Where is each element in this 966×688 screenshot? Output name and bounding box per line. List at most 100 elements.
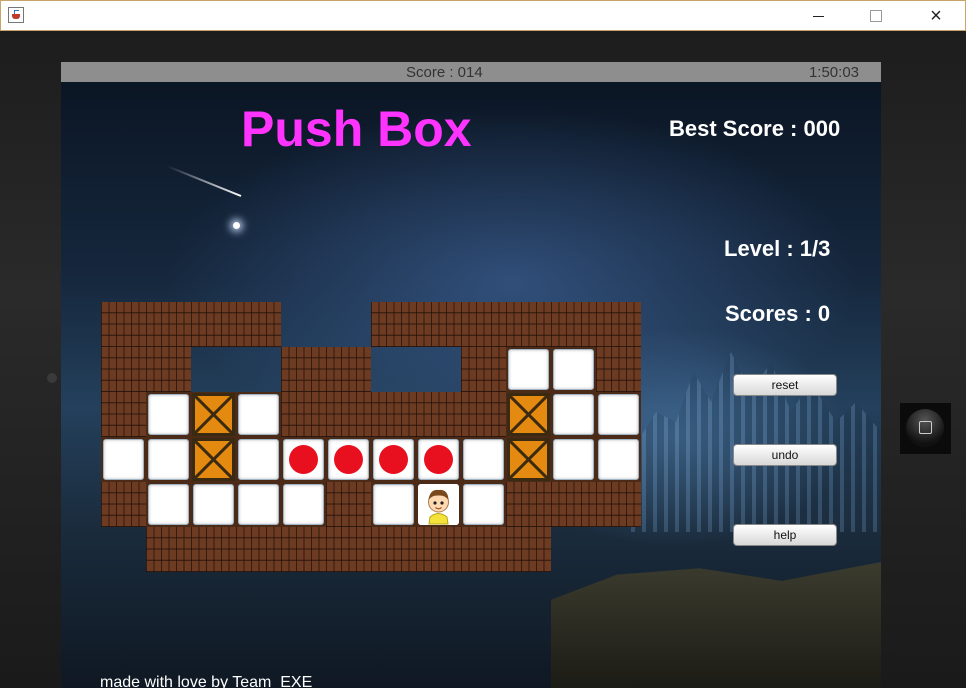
floor-cell <box>551 392 596 437</box>
home-button[interactable] <box>900 403 951 454</box>
wall-tile <box>326 482 371 527</box>
meteor-trail-icon <box>166 165 242 197</box>
status-bar: Score : 014 1:50:03 <box>61 62 881 82</box>
undo-button[interactable]: undo <box>733 444 837 466</box>
java-cup-icon <box>8 7 24 23</box>
floor-cell <box>506 437 551 482</box>
wall-tile <box>326 392 371 437</box>
maximize-button[interactable] <box>853 1 899 31</box>
floor-cell <box>371 482 416 527</box>
floor-tile <box>508 349 549 390</box>
floor-cell <box>371 437 416 482</box>
floor-tile <box>283 484 324 525</box>
floor-tile <box>553 349 594 390</box>
wall-tile <box>596 302 641 347</box>
minimize-icon <box>812 15 824 17</box>
floor-cell <box>191 392 236 437</box>
window-titlebar: × <box>0 0 966 31</box>
wall-tile <box>416 302 461 347</box>
status-clock: 1:50:03 <box>808 64 859 81</box>
floor-tile <box>463 484 504 525</box>
floor-cell <box>461 437 506 482</box>
background-cliff <box>551 562 881 688</box>
wall-tile <box>596 482 641 527</box>
close-button[interactable]: × <box>913 1 959 31</box>
floor-tile <box>373 484 414 525</box>
wall-tile <box>461 302 506 347</box>
floor-cell <box>146 392 191 437</box>
wall-tile <box>371 392 416 437</box>
crate-icon <box>192 393 235 436</box>
best-score-label: Best Score : 000 <box>669 116 841 141</box>
floor-tile <box>103 439 144 480</box>
wall-tile <box>101 392 146 437</box>
wall-tile <box>416 527 461 572</box>
floor-tile <box>238 394 279 435</box>
wall-tile <box>596 347 641 392</box>
floor-cell <box>416 437 461 482</box>
floor-cell <box>326 437 371 482</box>
status-score: Score : 014 <box>406 64 483 81</box>
wall-tile <box>551 482 596 527</box>
camera-dot-icon <box>47 373 57 383</box>
wall-tile <box>101 482 146 527</box>
floor-tile <box>463 439 504 480</box>
floor-cell <box>281 437 326 482</box>
wall-tile <box>236 302 281 347</box>
crate-icon <box>507 393 550 436</box>
wall-tile <box>146 527 191 572</box>
game-board <box>101 302 641 572</box>
floor-tile <box>148 439 189 480</box>
wall-tile <box>506 527 551 572</box>
wall-tile <box>551 302 596 347</box>
wall-tile <box>101 347 146 392</box>
floor-cell <box>191 437 236 482</box>
player-boy-icon <box>418 484 459 525</box>
minimize-button[interactable] <box>795 1 841 31</box>
wall-tile <box>371 302 416 347</box>
wall-tile <box>281 527 326 572</box>
floor-tile <box>238 484 279 525</box>
meteor-icon <box>233 222 240 229</box>
wall-tile <box>461 347 506 392</box>
wall-tile <box>191 527 236 572</box>
game-title: Push Box <box>241 101 472 157</box>
reset-button[interactable]: reset <box>733 374 837 396</box>
maximize-icon <box>870 10 882 22</box>
credits-text: made with love by Team_EXE <box>100 674 313 688</box>
floor-cell <box>281 482 326 527</box>
floor-cell <box>236 482 281 527</box>
scores-label: Scores : 0 <box>725 301 831 326</box>
crate-icon <box>192 438 235 481</box>
crate-icon <box>507 438 550 481</box>
floor-cell <box>596 392 641 437</box>
floor-cell <box>236 392 281 437</box>
floor-cell <box>506 392 551 437</box>
floor-tile <box>553 439 594 480</box>
floor-tile <box>598 394 639 435</box>
wall-tile <box>191 302 236 347</box>
floor-tile <box>553 394 594 435</box>
floor-cell <box>596 437 641 482</box>
wall-tile <box>101 302 146 347</box>
goal-dot-icon <box>424 445 453 474</box>
floor-cell <box>506 347 551 392</box>
help-button[interactable]: help <box>733 524 837 546</box>
goal-dot-icon <box>289 445 318 474</box>
wall-tile <box>371 527 416 572</box>
game-screen: Score : 014 1:50:03 Push Box Best Score … <box>61 62 881 688</box>
floor-cell <box>146 482 191 527</box>
floor-cell <box>236 437 281 482</box>
background-city <box>631 352 881 532</box>
floor-cell <box>551 347 596 392</box>
floor-cell <box>551 437 596 482</box>
goal-dot-icon <box>334 445 363 474</box>
floor-cell <box>416 482 461 527</box>
wall-tile <box>506 482 551 527</box>
wall-tile <box>281 392 326 437</box>
floor-cell <box>191 482 236 527</box>
floor-tile <box>148 484 189 525</box>
floor-tile <box>148 394 189 435</box>
floor-tile <box>598 439 639 480</box>
wall-tile <box>506 302 551 347</box>
